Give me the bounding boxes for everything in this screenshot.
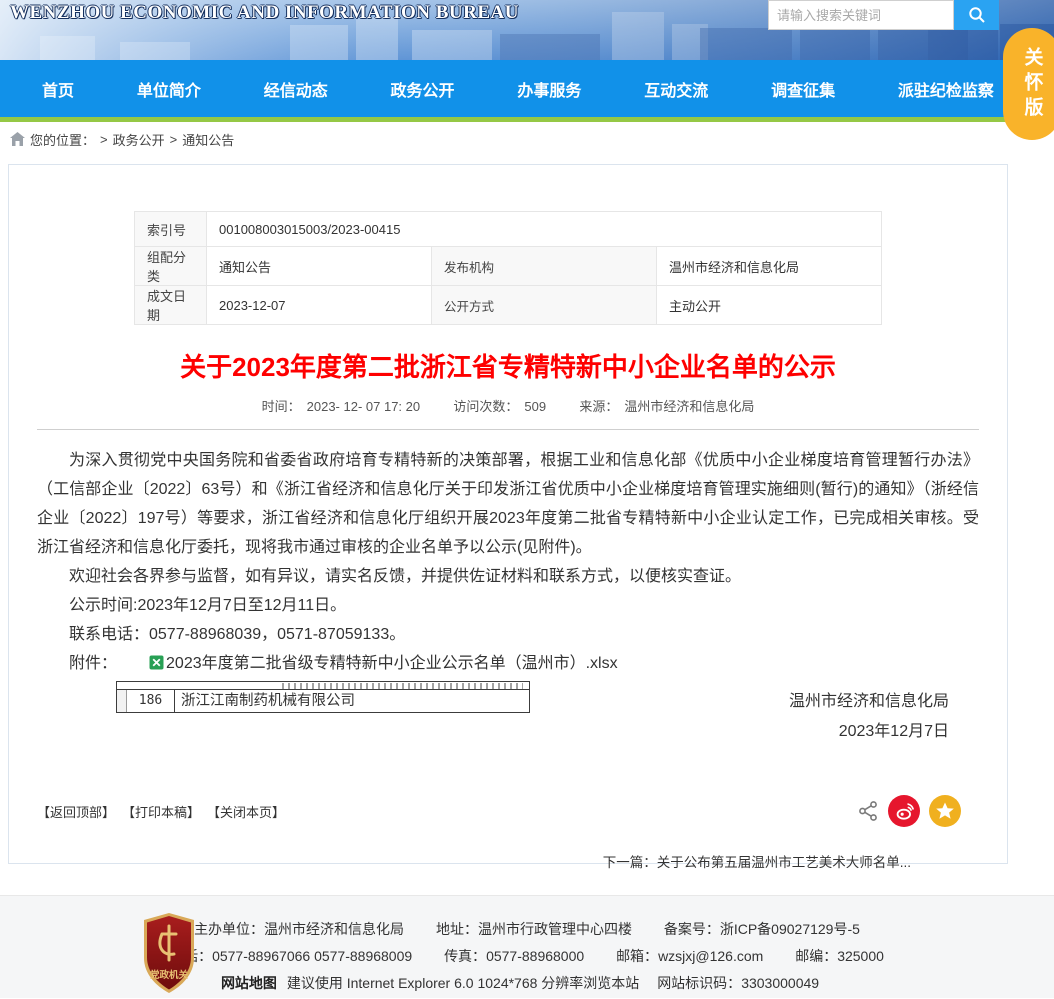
- nav-item-interaction[interactable]: 互动交流: [644, 77, 708, 101]
- footer-sitecode: 3303000049: [741, 975, 819, 991]
- footer-fax: 0577-88968000: [486, 948, 584, 964]
- weibo-share-icon[interactable]: [888, 795, 920, 827]
- search-button[interactable]: [954, 0, 999, 30]
- party-gov-emblem: 党政机关: [140, 912, 198, 999]
- attachment-label: 附件：: [69, 655, 117, 672]
- back-to-top-button[interactable]: 【返回顶部】: [37, 802, 115, 821]
- preview-row-number: 186: [127, 690, 175, 712]
- attachment-line: 附件： 2023年度第二批省级专精特新中小企业公示名单（温州市）.xlsx: [37, 649, 979, 680]
- content-card: 索引号 001008003015003/2023-00415 组配分类 通知公告…: [8, 164, 1008, 864]
- attachment-preview-table: 186 浙江江南制药机械有限公司: [116, 681, 530, 713]
- search-icon: [968, 6, 986, 24]
- footer-zip: 325000: [837, 948, 884, 964]
- main-nav: 首页 单位简介 经信动态 政务公开 办事服务 互动交流 调查征集 派驻纪检监察: [0, 60, 1054, 117]
- doc-index-value: 001008003015003/2023-00415: [207, 212, 882, 247]
- article-actions: 【返回顶部】 【打印本稿】 【关闭本页】: [9, 795, 1007, 827]
- footer-addr: 温州市行政管理中心四楼: [478, 921, 632, 937]
- breadcrumb-item-notices[interactable]: 通知公告: [182, 130, 234, 149]
- footer-host-label: 主办单位：: [194, 921, 264, 937]
- paragraph: 为深入贯彻党中央国务院和省委省政府培育专精特新的决策部署，根据工业和信息化部《优…: [37, 446, 979, 562]
- footer-browser-note: 建议使用 Internet Explorer 6.0 1024*768 分辨率浏…: [287, 975, 639, 991]
- close-page-button[interactable]: 【关闭本页】: [207, 802, 285, 821]
- share-icon[interactable]: [858, 800, 879, 822]
- print-button[interactable]: 【打印本稿】: [122, 802, 200, 821]
- doc-publisher-label: 发布机构: [432, 247, 657, 286]
- nav-item-discipline[interactable]: 派驻纪检监察: [898, 77, 994, 101]
- footer-host: 温州市经济和信息化局: [264, 921, 404, 937]
- table-row: 索引号 001008003015003/2023-00415: [135, 212, 882, 247]
- doc-info-table: 索引号 001008003015003/2023-00415 组配分类 通知公告…: [134, 211, 882, 325]
- footer-tel: 0577-88967066 0577-88968009: [212, 948, 412, 964]
- footer-icp: 浙ICP备09027129号-5: [720, 921, 860, 937]
- site-title: WENZHOU ECONOMIC AND INFORMATION BUREAU: [10, 2, 519, 24]
- doc-category-value: 通知公告: [207, 247, 432, 286]
- meta-visits-label: 访问次数：: [453, 399, 518, 414]
- care-mode-badge[interactable]: 关怀版: [1003, 28, 1054, 140]
- page-title: 关于2023年度第二批浙江省专精特新中小企业名单的公示: [9, 347, 1007, 384]
- nav-item-about[interactable]: 单位简介: [137, 77, 201, 101]
- footer-addr-label: 地址：: [436, 921, 478, 937]
- emblem-text: 党政机关: [150, 969, 189, 981]
- site-search: [768, 0, 999, 30]
- excel-file-icon: [117, 651, 164, 680]
- article-meta: 时间： 2023- 12- 07 17: 20 访问次数： 509 来源： 温州市经济…: [9, 396, 1007, 415]
- search-input[interactable]: [768, 0, 954, 30]
- site-header: WENZHOU ECONOMIC AND INFORMATION BUREAU …: [0, 0, 1054, 60]
- paragraph: 联系电话：0577-88968039，0571-87059133。: [37, 620, 979, 649]
- next-post-link[interactable]: 下一篇：关于公布第五届温州市工艺美术大师名单...: [603, 855, 911, 870]
- breadcrumb-sep: >: [170, 132, 178, 147]
- doc-openmode-label: 公开方式: [432, 286, 657, 325]
- table-row: 186 浙江江南制药机械有限公司: [117, 689, 529, 712]
- table-row: 组配分类 通知公告 发布机构 温州市经济和信息化局: [135, 247, 882, 286]
- meta-time-label: 时间：: [262, 399, 301, 414]
- footer-zip-label: 邮编：: [795, 948, 837, 964]
- preview-company-name: 浙江江南制药机械有限公司: [175, 690, 529, 712]
- attachment-link[interactable]: 2023年度第二批省级专精特新中小企业公示名单（温州市）.xlsx: [166, 655, 618, 672]
- doc-date-value: 2023-12-07: [207, 286, 432, 325]
- breadcrumb-prefix: 您的位置：: [30, 130, 95, 149]
- doc-index-label: 索引号: [135, 212, 207, 247]
- footer-icp-label: 备案号：: [664, 921, 720, 937]
- footer-mail: wzsjxj@126.com: [658, 948, 763, 964]
- home-icon: [10, 132, 25, 146]
- article-body: 为深入贯彻党中央国务院和省委省政府培育专精特新的决策部署，根据工业和信息化部《优…: [9, 430, 1007, 747]
- paragraph: 公示时间:2023年12月7日至12月11日。: [37, 591, 979, 620]
- breadcrumb-sep: >: [100, 132, 108, 147]
- clipped-row: [282, 683, 523, 689]
- sitemap-link[interactable]: 网站地图: [221, 975, 277, 991]
- meta-visits: 509: [524, 399, 546, 414]
- footer-fax-label: 传真：: [444, 948, 486, 964]
- nav-item-gov-info[interactable]: 政务公开: [391, 77, 455, 101]
- row-header-sliver: [117, 690, 127, 712]
- paragraph: 欢迎社会各界参与监督，如有异议，请实名反馈，并提供佐证材料和联系方式，以便核实查…: [37, 562, 979, 591]
- footer-mail-label: 邮箱：: [616, 948, 658, 964]
- nav-item-services[interactable]: 办事服务: [517, 77, 581, 101]
- doc-openmode-value: 主动公开: [657, 286, 882, 325]
- nav-item-news[interactable]: 经信动态: [264, 77, 328, 101]
- site-footer: 党政机关 主办单位：温州市经济和信息化局 地址：温州市行政管理中心四楼 备案号：…: [0, 895, 1054, 998]
- next-post: 下一篇：关于公布第五届温州市工艺美术大师名单...: [9, 851, 1007, 871]
- nav-item-home[interactable]: 首页: [42, 77, 74, 101]
- doc-date-label: 成文日期: [135, 286, 207, 325]
- doc-publisher-value: 温州市经济和信息化局: [657, 247, 882, 286]
- meta-source: 温州市经济和信息化局: [624, 399, 754, 414]
- qzone-share-icon[interactable]: [929, 795, 961, 827]
- breadcrumb: 您的位置： > 政务公开 > 通知公告: [0, 122, 1054, 156]
- doc-category-label: 组配分类: [135, 247, 207, 286]
- meta-time: 2023- 12- 07 17: 20: [307, 399, 420, 414]
- table-row: 成文日期 2023-12-07 公开方式 主动公开: [135, 286, 882, 325]
- nav-item-survey[interactable]: 调查征集: [771, 77, 835, 101]
- signature-date: 2023年12月7日: [37, 717, 949, 747]
- meta-source-label: 来源：: [579, 399, 618, 414]
- footer-sitecode-label: 网站标识码：: [657, 975, 741, 991]
- breadcrumb-item-gov-info[interactable]: 政务公开: [113, 130, 165, 149]
